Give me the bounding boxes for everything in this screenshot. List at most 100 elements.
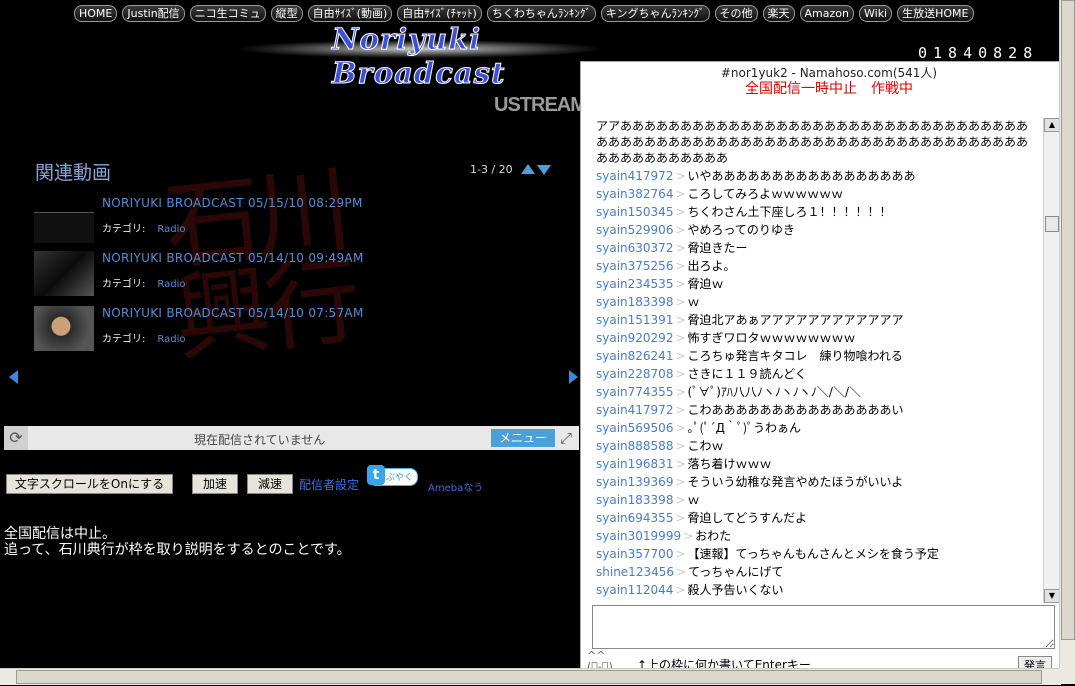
video-thumbnail[interactable]	[34, 251, 94, 296]
page-up-icon[interactable]	[521, 164, 535, 174]
scroll-toggle-button[interactable]: 文字スクロールをOnにする	[6, 474, 173, 494]
scroll-down-icon[interactable]: ▼	[1044, 589, 1060, 603]
separator: >	[675, 187, 686, 201]
chat-username[interactable]: syain150345	[596, 205, 673, 219]
chat-username[interactable]: syain375256	[596, 259, 673, 273]
chat-username[interactable]: syain382764	[596, 187, 673, 201]
chat-log: アアああああああああああああああああああああああああああああああああああああああ…	[596, 118, 1036, 598]
chat-username[interactable]: syain529906	[596, 223, 673, 237]
chat-message: syain382764 > ころしてみろよｗｗｗｗｗｗ	[596, 185, 1036, 203]
category-label: カテゴリ:	[102, 224, 146, 235]
category-label: カテゴリ:	[102, 279, 146, 290]
twitter-icon: t	[367, 465, 385, 485]
chat-username[interactable]: syain630372	[596, 241, 673, 255]
chat-message: syain630372 > 脅迫きたー	[596, 239, 1036, 257]
broadcast-status-text: 現在配信されていません	[194, 433, 326, 447]
speed-down-button[interactable]: 減速	[247, 474, 293, 494]
separator: >	[675, 475, 686, 489]
separator: >	[675, 493, 686, 507]
separator: >	[675, 439, 686, 453]
chat-username[interactable]: syain183398	[596, 295, 673, 309]
chat-username[interactable]: shine123456	[596, 565, 674, 579]
chat-username[interactable]: syain774355	[596, 385, 673, 399]
chat-message: syain234535 > 脅迫ｗ	[596, 275, 1036, 293]
chat-message: shine123456 > てっちゃんにげて	[596, 563, 1036, 581]
chat-panel: #nor1yuk2 - Namahoso.com(541人) 全国配信一時中止 …	[580, 61, 1061, 685]
category-value[interactable]: Radio	[157, 279, 185, 290]
nav-button[interactable]: その他	[714, 5, 758, 22]
menu-button[interactable]: メニュー	[491, 429, 555, 447]
next-arrow-icon[interactable]	[569, 370, 578, 384]
chat-username[interactable]: syain151391	[596, 313, 673, 327]
chat-message: syain375256 > 出ろよ。	[596, 257, 1036, 275]
scroll-thumb[interactable]	[1045, 216, 1059, 232]
chat-message: syain228708 > さきに１１９読んどく	[596, 365, 1036, 383]
chat-message: syain920292 > 怖すぎワロタｗｗｗｗｗｗｗｗ	[596, 329, 1036, 347]
separator: >	[675, 511, 686, 525]
chat-username[interactable]: syain694355	[596, 511, 673, 525]
scroll-thumb[interactable]	[16, 670, 1042, 684]
separator: >	[675, 205, 686, 219]
chat-username[interactable]: syain196831	[596, 457, 673, 471]
nav-button[interactable]: Wiki	[859, 5, 893, 22]
chat-username[interactable]: syain228708	[596, 367, 673, 381]
site-logo: Noriyuki Broadcast	[240, 18, 620, 91]
broadcaster-settings-link[interactable]: 配信者設定	[299, 476, 359, 493]
ustream-label: USTREAM	[494, 94, 587, 116]
video-title[interactable]: NORIYUKI BROADCAST 05/14/10 09:49AM	[102, 251, 364, 265]
nav-button[interactable]: Justin配信	[122, 5, 185, 22]
nav-button[interactable]: 生放送HOME	[897, 5, 974, 22]
chat-username[interactable]: syain3019999	[596, 529, 681, 543]
chat-text: さきに１１９読んどく	[687, 367, 807, 381]
video-title[interactable]: NORIYUKI BROADCAST 05/14/10 07:57AM	[102, 306, 364, 320]
window-horizontal-scrollbar[interactable]	[0, 668, 1059, 685]
prev-arrow-icon[interactable]	[9, 370, 18, 384]
window-vertical-scrollbar[interactable]	[1059, 0, 1075, 668]
broadcast-status-bar: ⟳ 現在配信されていません メニュー ⤢	[4, 426, 579, 450]
chat-username[interactable]: syain183398	[596, 493, 673, 507]
chat-username[interactable]: syain417972	[596, 169, 673, 183]
chat-username[interactable]: syain888588	[596, 439, 673, 453]
video-thumbnail[interactable]	[34, 212, 94, 243]
chat-message: syain357700 > 【速報】てっちゃんもんさんとメシを食う予定	[596, 545, 1036, 563]
chat-scrollbar[interactable]: ▲ ▼	[1043, 118, 1060, 603]
chat-text: ｗ	[687, 295, 700, 309]
nav-button[interactable]: 楽天	[762, 5, 795, 22]
page-down-icon[interactable]	[537, 165, 551, 175]
scroll-thumb[interactable]	[1061, 0, 1075, 640]
chat-text: 落ち着けｗｗｗ	[687, 457, 772, 471]
chat-username[interactable]: syain112044	[596, 583, 673, 597]
notice-line: 追って、石川典行が枠を取り説明をするとのことです。	[4, 542, 351, 558]
separator: >	[675, 547, 686, 561]
separator: >	[675, 259, 686, 273]
chat-username[interactable]: syain920292	[596, 331, 673, 345]
chat-message: syain183398 > ｗ	[596, 491, 1036, 509]
separator: >	[675, 313, 686, 327]
chat-username[interactable]: syain139369	[596, 475, 673, 489]
refresh-icon[interactable]: ⟳	[4, 426, 28, 450]
speed-up-button[interactable]: 加速	[192, 474, 238, 494]
scroll-up-icon[interactable]: ▲	[1044, 118, 1060, 132]
chat-text: 出ろよ。	[687, 259, 736, 273]
fullscreen-icon[interactable]: ⤢	[560, 429, 572, 447]
category-value[interactable]: Radio	[157, 334, 185, 345]
nav-button[interactable]: Amazon	[799, 5, 854, 22]
chat-username[interactable]: syain569506	[596, 421, 673, 435]
chat-message: syain694355 > 脅迫してどうすんだよ	[596, 509, 1036, 527]
chat-input[interactable]	[592, 605, 1055, 649]
separator: >	[675, 223, 686, 237]
chat-username[interactable]: syain417972	[596, 403, 673, 417]
chat-username[interactable]: syain234535	[596, 277, 673, 291]
nav-button[interactable]: HOME	[74, 5, 118, 22]
video-title[interactable]: NORIYUKI BROADCAST 05/15/10 08:29PM	[102, 196, 363, 210]
video-thumbnail[interactable]	[34, 306, 94, 351]
ameba-now-link[interactable]: Amebaなう	[428, 479, 483, 494]
chat-text: 殺人予告いくない	[687, 583, 784, 597]
category-value[interactable]: Radio	[157, 224, 185, 235]
separator: >	[675, 583, 686, 597]
notice-line: 全国配信は中止。	[4, 526, 116, 542]
chat-username[interactable]: syain357700	[596, 547, 673, 561]
chat-username[interactable]: syain826241	[596, 349, 673, 363]
tweet-button[interactable]: t つぶやく	[367, 465, 418, 486]
visitor-counter: 01840828	[918, 44, 1039, 62]
